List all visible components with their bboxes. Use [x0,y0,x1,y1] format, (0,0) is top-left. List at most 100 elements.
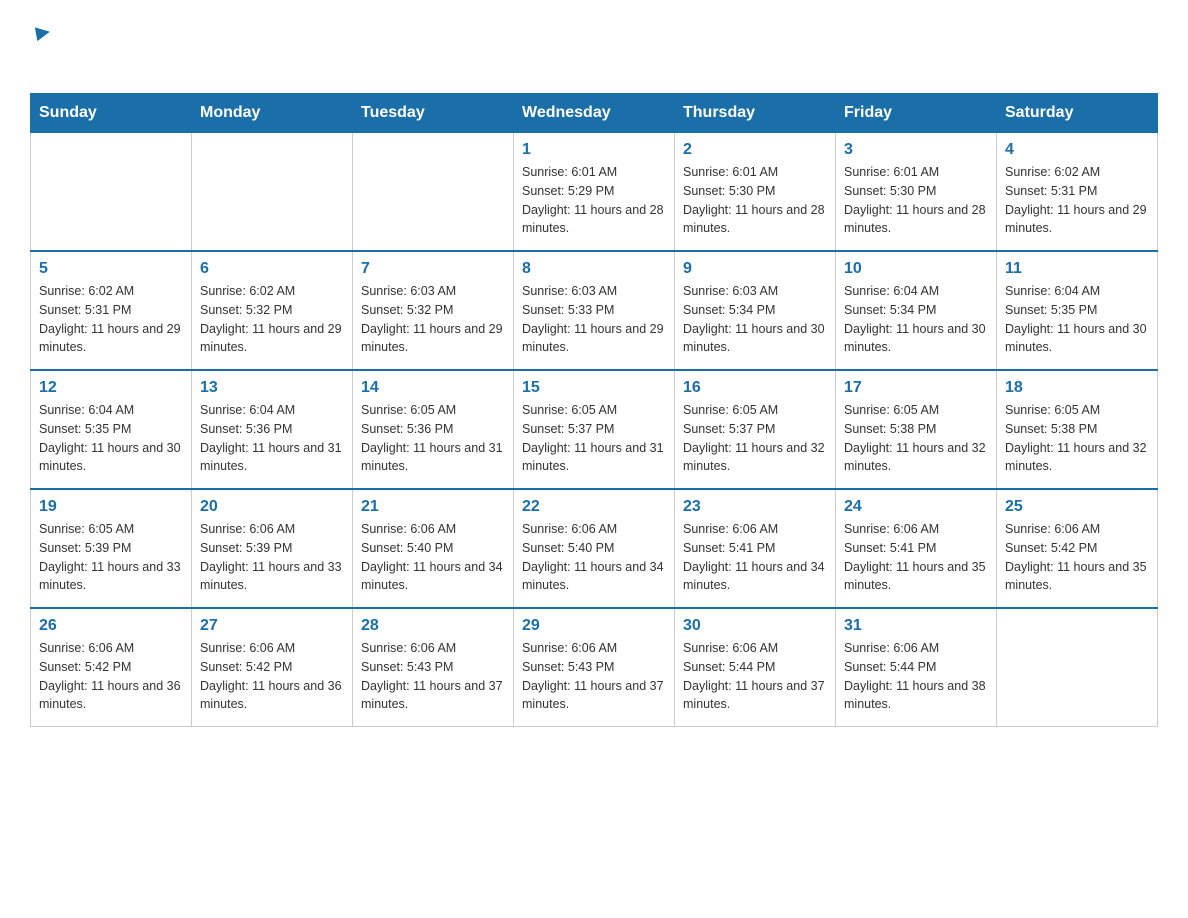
day-info: Sunrise: 6:06 AMSunset: 5:42 PMDaylight:… [1005,520,1149,595]
day-info: Sunrise: 6:06 AMSunset: 5:41 PMDaylight:… [683,520,827,595]
weekday-header-sunday: Sunday [31,94,192,133]
day-number: 30 [683,617,827,635]
calendar-cell: 20 Sunrise: 6:06 AMSunset: 5:39 PMDayligh… [192,489,353,608]
calendar-cell: 16Sunrise: 6:05 AMSunset: 5:37 PMDayligh… [675,370,836,489]
weekday-header-tuesday: Tuesday [353,94,514,133]
calendar-cell: 9 Sunrise: 6:03 AMSunset: 5:34 PMDaylight… [675,251,836,370]
day-number: 5 [39,260,183,278]
day-info: Sunrise: 6:06 AMSunset: 5:43 PMDaylight:… [361,639,505,714]
calendar-cell: 27Sunrise: 6:06 AMSunset: 5:42 PMDayligh… [192,608,353,727]
calendar-cell: 24Sunrise: 6:06 AMSunset: 5:41 PMDayligh… [836,489,997,608]
calendar-cell: 8 Sunrise: 6:03 AMSunset: 5:33 PMDaylight… [514,251,675,370]
day-number: 7 [361,260,505,278]
day-info: Sunrise: 6:03 AMSunset: 5:34 PMDaylight:… [683,282,827,357]
day-number: 14 [361,379,505,397]
day-number: 2 [683,141,827,159]
day-info: Sunrise: 6:06 AMSunset: 5:39 PMDaylight:… [200,520,344,595]
day-info: Sunrise: 6:05 AMSunset: 5:37 PMDaylight:… [683,401,827,476]
calendar-cell: 25 Sunrise: 6:06 AMSunset: 5:42 PMDayligh… [997,489,1158,608]
calendar-cell: 7 Sunrise: 6:03 AMSunset: 5:32 PMDaylight… [353,251,514,370]
day-number: 15 [522,379,666,397]
day-info: Sunrise: 6:02 AMSunset: 5:31 PMDaylight:… [39,282,183,357]
day-number: 11 [1005,260,1149,278]
day-number: 31 [844,617,988,635]
day-number: 28 [361,617,505,635]
day-info: Sunrise: 6:01 AMSunset: 5:30 PMDaylight:… [844,163,988,238]
day-info: Sunrise: 6:04 AMSunset: 5:35 PMDaylight:… [1005,282,1149,357]
day-info: Sunrise: 6:06 AMSunset: 5:42 PMDaylight:… [39,639,183,714]
calendar-cell: 6 Sunrise: 6:02 AMSunset: 5:32 PMDaylight… [192,251,353,370]
calendar-table: SundayMondayTuesdayWednesdayThursdayFrid… [30,93,1158,727]
calendar-cell: 11 Sunrise: 6:04 AMSunset: 5:35 PMDayligh… [997,251,1158,370]
calendar-cell [997,608,1158,727]
day-info: Sunrise: 6:05 AMSunset: 5:38 PMDaylight:… [1005,401,1149,476]
day-info: Sunrise: 6:01 AMSunset: 5:29 PMDaylight:… [522,163,666,238]
day-number: 12 [39,379,183,397]
day-info: Sunrise: 6:03 AMSunset: 5:32 PMDaylight:… [361,282,505,357]
weekday-header-thursday: Thursday [675,94,836,133]
weekday-header-saturday: Saturday [997,94,1158,133]
day-info: Sunrise: 6:01 AMSunset: 5:30 PMDaylight:… [683,163,827,238]
calendar-cell: 12 Sunrise: 6:04 AMSunset: 5:35 PMDayligh… [31,370,192,489]
day-number: 3 [844,141,988,159]
day-info: Sunrise: 6:04 AMSunset: 5:35 PMDaylight:… [39,401,183,476]
day-info: Sunrise: 6:05 AMSunset: 5:39 PMDaylight:… [39,520,183,595]
calendar-week-row: 5 Sunrise: 6:02 AMSunset: 5:31 PMDaylight… [31,251,1158,370]
day-info: Sunrise: 6:06 AMSunset: 5:44 PMDaylight:… [844,639,988,714]
calendar-cell: 1 Sunrise: 6:01 AMSunset: 5:29 PMDaylight… [514,133,675,252]
day-info: Sunrise: 6:05 AMSunset: 5:38 PMDaylight:… [844,401,988,476]
day-info: Sunrise: 6:06 AMSunset: 5:43 PMDaylight:… [522,639,666,714]
day-number: 20 [200,498,344,516]
day-number: 17 [844,379,988,397]
calendar-cell [192,133,353,252]
day-info: Sunrise: 6:06 AMSunset: 5:42 PMDaylight:… [200,639,344,714]
calendar-cell: 4Sunrise: 6:02 AMSunset: 5:31 PMDaylight… [997,133,1158,252]
day-number: 8 [522,260,666,278]
calendar-cell: 26 Sunrise: 6:06 AMSunset: 5:42 PMDayligh… [31,608,192,727]
page-header [30,20,1158,73]
calendar-cell: 5 Sunrise: 6:02 AMSunset: 5:31 PMDaylight… [31,251,192,370]
day-info: Sunrise: 6:06 AMSunset: 5:44 PMDaylight:… [683,639,827,714]
calendar-cell: 30 Sunrise: 6:06 AMSunset: 5:44 PMDayligh… [675,608,836,727]
calendar-cell: 31 Sunrise: 6:06 AMSunset: 5:44 PMDayligh… [836,608,997,727]
day-number: 1 [522,141,666,159]
calendar-cell: 15 Sunrise: 6:05 AMSunset: 5:37 PMDayligh… [514,370,675,489]
day-number: 23 [683,498,827,516]
day-number: 4 [1005,141,1149,159]
day-info: Sunrise: 6:06 AMSunset: 5:40 PMDaylight:… [522,520,666,595]
day-number: 22 [522,498,666,516]
day-number: 9 [683,260,827,278]
day-info: Sunrise: 6:06 AMSunset: 5:40 PMDaylight:… [361,520,505,595]
calendar-week-row: 1 Sunrise: 6:01 AMSunset: 5:29 PMDaylight… [31,133,1158,252]
calendar-week-row: 12 Sunrise: 6:04 AMSunset: 5:35 PMDayligh… [31,370,1158,489]
day-number: 21 [361,498,505,516]
calendar-cell: 28 Sunrise: 6:06 AMSunset: 5:43 PMDayligh… [353,608,514,727]
calendar-week-row: 19Sunrise: 6:05 AMSunset: 5:39 PMDayligh… [31,489,1158,608]
calendar-cell: 19Sunrise: 6:05 AMSunset: 5:39 PMDayligh… [31,489,192,608]
calendar-cell: 14 Sunrise: 6:05 AMSunset: 5:36 PMDayligh… [353,370,514,489]
day-number: 18 [1005,379,1149,397]
calendar-cell [353,133,514,252]
day-number: 25 [1005,498,1149,516]
day-number: 6 [200,260,344,278]
day-number: 10 [844,260,988,278]
day-info: Sunrise: 6:05 AMSunset: 5:36 PMDaylight:… [361,401,505,476]
day-info: Sunrise: 6:05 AMSunset: 5:37 PMDaylight:… [522,401,666,476]
calendar-cell: 22 Sunrise: 6:06 AMSunset: 5:40 PMDayligh… [514,489,675,608]
day-number: 24 [844,498,988,516]
day-number: 13 [200,379,344,397]
day-number: 26 [39,617,183,635]
calendar-cell: 3 Sunrise: 6:01 AMSunset: 5:30 PMDaylight… [836,133,997,252]
weekday-header-monday: Monday [192,94,353,133]
day-info: Sunrise: 6:03 AMSunset: 5:33 PMDaylight:… [522,282,666,357]
calendar-week-row: 26 Sunrise: 6:06 AMSunset: 5:42 PMDayligh… [31,608,1158,727]
day-number: 29 [522,617,666,635]
calendar-cell: 2 Sunrise: 6:01 AMSunset: 5:30 PMDaylight… [675,133,836,252]
calendar-cell: 29 Sunrise: 6:06 AMSunset: 5:43 PMDayligh… [514,608,675,727]
day-info: Sunrise: 6:02 AMSunset: 5:32 PMDaylight:… [200,282,344,357]
calendar-cell: 13Sunrise: 6:04 AMSunset: 5:36 PMDayligh… [192,370,353,489]
calendar-cell: 10 Sunrise: 6:04 AMSunset: 5:34 PMDayligh… [836,251,997,370]
logo [30,20,52,73]
day-info: Sunrise: 6:04 AMSunset: 5:34 PMDaylight:… [844,282,988,357]
calendar-cell [31,133,192,252]
